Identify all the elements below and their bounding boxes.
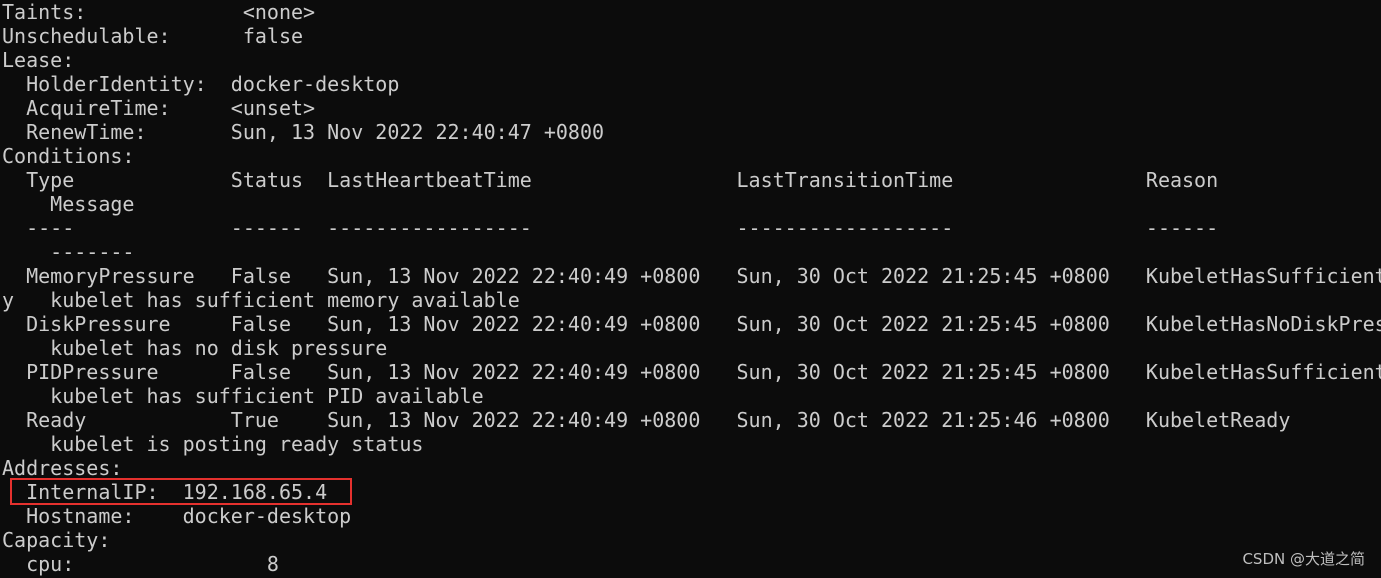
terminal-line: Lease: [2,48,75,72]
terminal-line: kubelet has sufficient PID available [2,384,484,408]
terminal-line: Unschedulable: false [2,24,304,48]
terminal-line: ------- [2,240,135,264]
terminal-line: Hostname: docker-desktop [2,504,352,528]
terminal-line: kubelet is posting ready status [2,432,424,456]
terminal-line: HolderIdentity: docker-desktop [2,72,400,96]
terminal-line: y kubelet has sufficient memory availabl… [2,288,520,312]
terminal-line: Ready True Sun, 13 Nov 2022 22:40:49 +08… [2,408,1291,432]
terminal-line: RenewTime: Sun, 13 Nov 2022 22:40:47 +08… [2,120,605,144]
terminal-line: ---- ------ ----------------- ----------… [2,216,1219,240]
terminal-line: kubelet has no disk pressure [2,336,388,360]
terminal-line: PIDPressure False Sun, 13 Nov 2022 22:40… [2,360,1381,384]
terminal-line: Taints: <none> [2,0,316,24]
terminal-line: MemoryPressure False Sun, 13 Nov 2022 22… [2,264,1381,288]
terminal-line: Addresses: [2,456,123,480]
terminal-line: Capacity: [2,528,111,552]
terminal-line: AcquireTime: <unset> [2,96,316,120]
terminal-line: Message [2,192,135,216]
terminal-output[interactable]: Taints: <none> Unschedulable: false Leas… [2,0,1381,578]
csdn-watermark: CSDN @大道之简 [1242,550,1365,568]
terminal-line: cpu: 8 [2,552,279,576]
terminal-line-internal-ip: InternalIP: 192.168.65.4 [2,480,328,504]
terminal-line: Type Status LastHeartbeatTime LastTransi… [2,168,1219,192]
terminal-line: Conditions: [2,144,135,168]
terminal-line: DiskPressure False Sun, 13 Nov 2022 22:4… [2,312,1381,336]
